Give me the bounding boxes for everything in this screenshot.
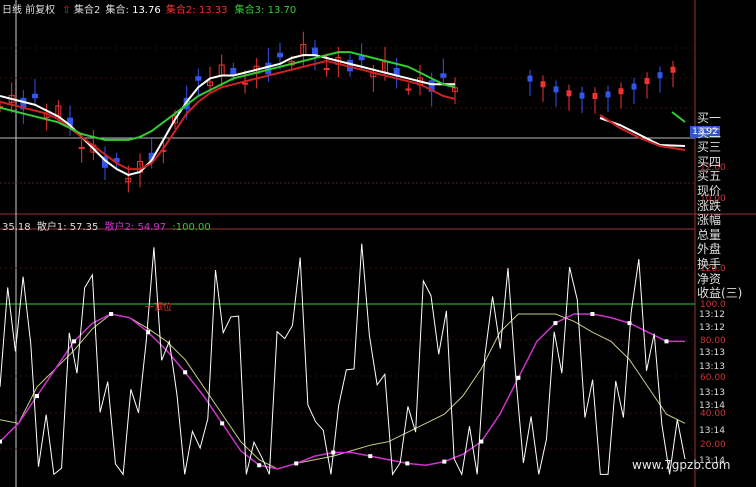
oscillator-marker (516, 375, 521, 380)
oscillator-marker (405, 461, 410, 466)
candle-body (670, 66, 676, 73)
oscillator-marker (220, 421, 225, 426)
candle-body (195, 76, 202, 81)
lower-tick-100: 100.0 (700, 300, 726, 310)
series-label-1: 集合2 (73, 5, 101, 16)
oscillator-marker (590, 312, 595, 316)
oscillator-marker (35, 394, 40, 398)
side-item-eps[interactable]: 收益(三) (697, 286, 756, 301)
indicator-label-3: 散户2 (104, 222, 131, 233)
candle-body (605, 91, 611, 98)
time-label: 13:13 (699, 348, 725, 358)
side-item-volume[interactable]: 总量 (697, 228, 756, 243)
side-item-price[interactable]: 现价 (697, 184, 756, 199)
watermark: www.7gpzb.com (632, 458, 731, 472)
candle-body (78, 146, 85, 149)
ma-line (671, 111, 686, 123)
time-label: 13:12 (699, 323, 725, 333)
series-value-2: 13.76 (132, 5, 161, 16)
indicator-value-3: 54.97 (137, 222, 167, 233)
candle-body (440, 73, 447, 78)
oscillator-marker (257, 463, 262, 468)
candle-body (405, 88, 412, 91)
candle-body (579, 92, 585, 99)
quote-side-menu: 买一 买二 买三 买四 买五 现价 涨跌 涨幅 总量 外盘 换手 净资 收益(三… (697, 111, 756, 301)
candle-body (618, 88, 624, 95)
indicator-label-2: 散户1 (36, 222, 64, 233)
oscillator-marker (183, 370, 188, 375)
chart-annotation: 一顶位 (145, 303, 173, 313)
candle-body (358, 55, 365, 61)
lower-tick-80: 80.00 (700, 336, 726, 346)
candle-body (32, 93, 38, 99)
lower-tick-20: 20.00 (700, 440, 726, 450)
candle-body (592, 92, 598, 99)
oscillator-line (0, 313, 685, 470)
series-label-3: 集合2 (165, 5, 193, 16)
time-label: 13:13 (699, 388, 725, 398)
side-item-change[interactable]: 涨跌 (697, 199, 756, 214)
side-item-change-pct[interactable]: 涨幅 (697, 213, 756, 228)
side-item-buy1[interactable]: 买一 (697, 111, 756, 126)
oscillator-marker (72, 339, 77, 344)
side-item-outer[interactable]: 外盘 (697, 242, 756, 257)
ma-line (0, 54, 455, 176)
lower-tick-60: 60.00 (700, 373, 726, 383)
series-label-2: 集合 (105, 5, 126, 16)
series-value-4: 13.70 (267, 5, 297, 16)
indicator-value-2: 57.35 (69, 222, 99, 233)
candle-body (323, 68, 330, 71)
side-item-netasset[interactable]: 净资 (697, 272, 756, 287)
lower-header: 35.18 散户1: 57.35 散户2: 54.97 :100.00 (2, 222, 211, 233)
series-value-3: 13.33 (198, 5, 228, 16)
oscillator-marker (368, 454, 373, 459)
side-item-buy3[interactable]: 买三 (697, 140, 756, 155)
oscillator-marker (479, 439, 484, 444)
indicator-value-1: 35.18 (2, 222, 31, 233)
indicator-value-4: 100.00 (175, 222, 211, 233)
time-label: 13:14 (699, 401, 725, 411)
oscillator-marker (109, 312, 114, 316)
up-arrow-icon: ⇧ (62, 5, 71, 16)
candle-body (277, 52, 283, 58)
time-label: 13:13 (699, 362, 725, 372)
ma-line (0, 51, 456, 141)
candle-body (242, 82, 248, 85)
oscillator-marker (553, 321, 558, 326)
candle-body (631, 83, 637, 90)
time-label: 13:14 (699, 426, 725, 436)
oscillator-marker (0, 439, 2, 444)
candle-body (553, 86, 559, 93)
side-item-buy2[interactable]: 买二 (697, 126, 756, 141)
candle-body (657, 72, 663, 79)
candle-body (566, 90, 572, 97)
period-label[interactable]: 日线 前复权 (2, 5, 55, 16)
candle-body (644, 78, 650, 85)
candle-body (312, 47, 318, 56)
side-item-turnover[interactable]: 换手 (697, 257, 756, 272)
upper-header: 日线 前复权 ⇧ 集合2 集合: 13.76 集合2: 13.33 集合3: 1… (2, 5, 297, 16)
ma-line (0, 59, 456, 171)
oscillator-marker (294, 461, 299, 466)
time-label: 13:12 (699, 310, 725, 320)
chart-canvas (0, 0, 756, 487)
candle-body (540, 81, 546, 88)
oscillator-marker (442, 459, 447, 464)
oscillator-marker (664, 339, 669, 344)
candle-body (527, 75, 533, 82)
raw-line (0, 243, 686, 476)
side-item-buy5[interactable]: 买五 (697, 169, 756, 184)
side-item-buy4[interactable]: 买四 (697, 155, 756, 170)
series-label-4: 集合3 (234, 5, 262, 16)
oscillator-line (0, 313, 686, 470)
